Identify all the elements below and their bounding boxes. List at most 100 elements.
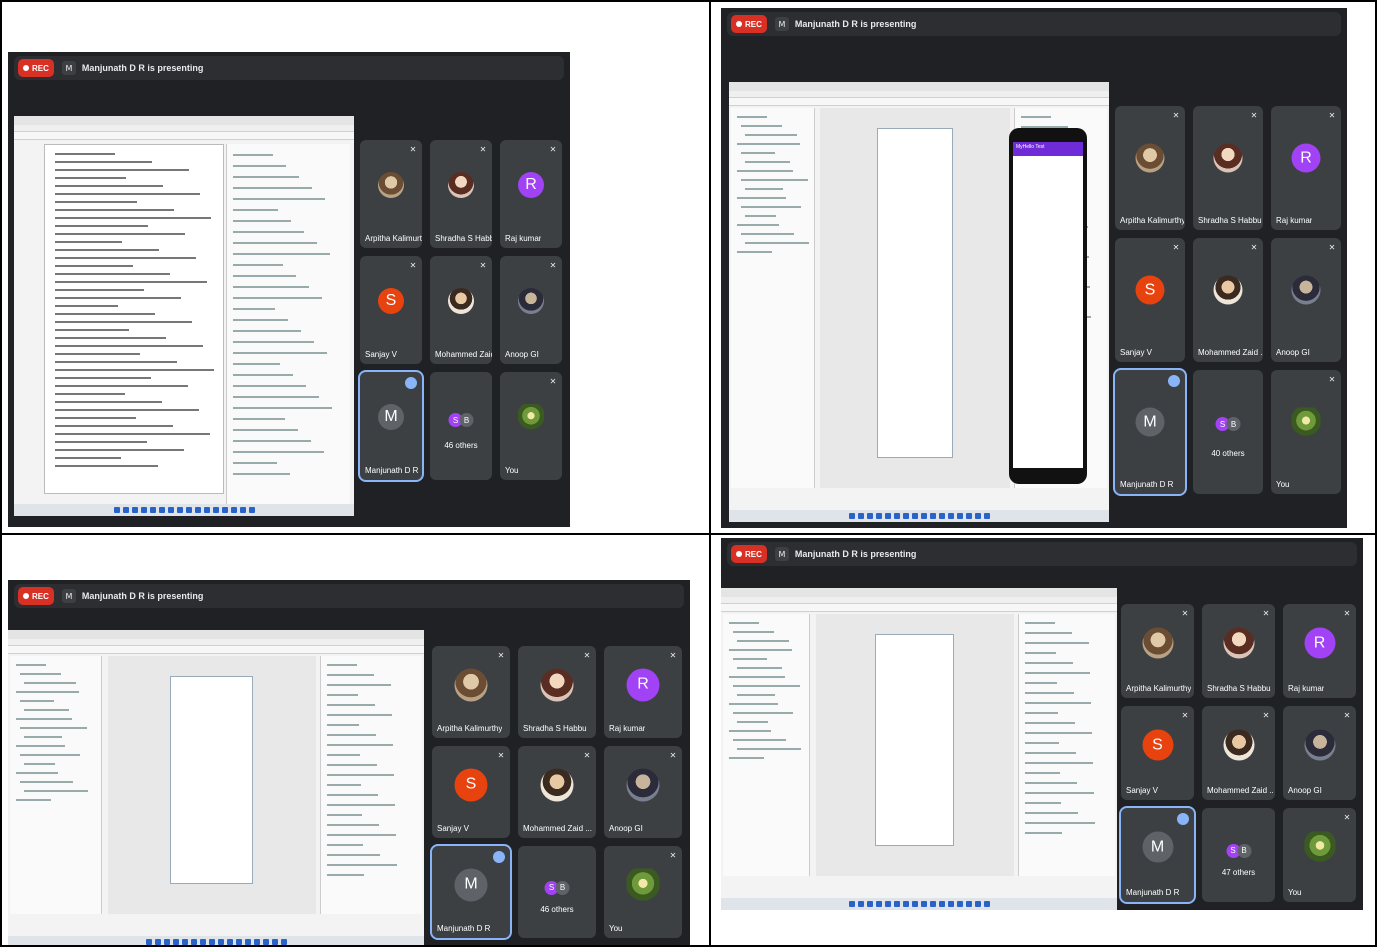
taskbar-app-icon[interactable] — [857, 901, 864, 907]
taskbar-app-icon[interactable] — [956, 901, 963, 907]
participant-tile[interactable]: S ✕ Sanjay V — [360, 256, 422, 364]
taskbar-app-icon[interactable] — [158, 507, 165, 513]
participant-tile[interactable]: ✕ Anoop GI — [604, 746, 682, 838]
taskbar-app-icon[interactable] — [235, 939, 242, 945]
taskbar-app-icon[interactable] — [199, 939, 206, 945]
taskbar-app-icon[interactable] — [185, 507, 192, 513]
taskbar-app-icon[interactable] — [176, 507, 183, 513]
taskbar-app-icon[interactable] — [190, 939, 197, 945]
participant-tile[interactable]: ✕ Shradha S Habbu — [430, 140, 492, 248]
taskbar-app-icon[interactable] — [280, 939, 287, 945]
participant-tile[interactable]: ✕ Mohammed Zaid ... — [518, 746, 596, 838]
taskbar-app-icon[interactable] — [983, 513, 990, 519]
taskbar-app-icon[interactable] — [226, 939, 233, 945]
taskbar-app-icon[interactable] — [140, 507, 147, 513]
taskbar-app-icon[interactable] — [893, 513, 900, 519]
participant-tile[interactable]: S ✕ Sanjay V — [432, 746, 510, 838]
taskbar-app-icon[interactable] — [965, 513, 972, 519]
taskbar-app-icon[interactable] — [893, 901, 900, 907]
taskbar-app-icon[interactable] — [217, 939, 224, 945]
taskbar-app-icon[interactable] — [929, 901, 936, 907]
taskbar-app-icon[interactable] — [965, 901, 972, 907]
participant-tile[interactable]: ✕ Shradha S Habbu — [518, 646, 596, 738]
taskbar-app-icon[interactable] — [154, 939, 161, 945]
taskbar-app-icon[interactable] — [113, 507, 120, 513]
taskbar-app-icon[interactable] — [938, 513, 945, 519]
participant-tile[interactable]: M Manjunath D R — [430, 844, 512, 940]
taskbar-app-icon[interactable] — [911, 901, 918, 907]
taskbar-app-icon[interactable] — [947, 901, 954, 907]
taskbar-app-icon[interactable] — [938, 901, 945, 907]
taskbar-app-icon[interactable] — [194, 507, 201, 513]
taskbar-app-icon[interactable] — [131, 507, 138, 513]
others-tile[interactable]: S B 40 others — [1193, 370, 1263, 494]
taskbar-app-icon[interactable] — [866, 513, 873, 519]
taskbar-app-icon[interactable] — [974, 901, 981, 907]
taskbar-app-icon[interactable] — [875, 513, 882, 519]
taskbar-app-icon[interactable] — [902, 901, 909, 907]
taskbar-app-icon[interactable] — [244, 939, 251, 945]
taskbar-app-icon[interactable] — [167, 507, 174, 513]
taskbar-app-icon[interactable] — [230, 507, 237, 513]
others-tile[interactable]: S B 47 others — [1202, 808, 1275, 902]
others-tile[interactable]: S B 46 others — [430, 372, 492, 480]
taskbar-app-icon[interactable] — [974, 513, 981, 519]
participant-tile[interactable]: ✕ Arpitha Kalimurthy — [360, 140, 422, 248]
taskbar-app-icon[interactable] — [875, 901, 882, 907]
participant-tile[interactable]: ✕ You — [1283, 808, 1356, 902]
taskbar-app-icon[interactable] — [253, 939, 260, 945]
participant-tile[interactable]: ✕ Shradha S Habbu — [1193, 106, 1263, 230]
participant-tile[interactable]: R ✕ Raj kumar — [1283, 604, 1356, 698]
participant-tile[interactable]: M Manjunath D R — [1119, 806, 1196, 904]
participant-tile[interactable]: S ✕ Sanjay V — [1121, 706, 1194, 800]
taskbar-app-icon[interactable] — [212, 507, 219, 513]
taskbar-app-icon[interactable] — [262, 939, 269, 945]
taskbar-app-icon[interactable] — [920, 513, 927, 519]
participant-tile[interactable]: ✕ You — [604, 846, 682, 938]
taskbar-app-icon[interactable] — [920, 901, 927, 907]
taskbar-app-icon[interactable] — [122, 507, 129, 513]
participant-tile[interactable]: M Manjunath D R — [1113, 368, 1187, 496]
taskbar-app-icon[interactable] — [248, 507, 255, 513]
taskbar-app-icon[interactable] — [866, 901, 873, 907]
participant-tile[interactable]: ✕ Mohammed Zaid ... — [1193, 238, 1263, 362]
taskbar-app-icon[interactable] — [203, 507, 210, 513]
participant-tile[interactable]: ✕ Mohammed Zaid ... — [430, 256, 492, 364]
participant-tile[interactable]: M Manjunath D R — [358, 370, 424, 482]
participant-tile[interactable]: ✕ Anoop GI — [500, 256, 562, 364]
taskbar-app-icon[interactable] — [848, 901, 855, 907]
taskbar-app-icon[interactable] — [163, 939, 170, 945]
participant-tile[interactable]: ✕ You — [500, 372, 562, 480]
taskbar-app-icon[interactable] — [884, 513, 891, 519]
taskbar-app-icon[interactable] — [271, 939, 278, 945]
taskbar-app-icon[interactable] — [239, 507, 246, 513]
taskbar-app-icon[interactable] — [848, 513, 855, 519]
participant-tile[interactable]: S ✕ Sanjay V — [1115, 238, 1185, 362]
taskbar-app-icon[interactable] — [181, 939, 188, 945]
taskbar-app-icon[interactable] — [956, 513, 963, 519]
participant-tile[interactable]: R ✕ Raj kumar — [604, 646, 682, 738]
taskbar-app-icon[interactable] — [221, 507, 228, 513]
participant-tile[interactable]: R ✕ Raj kumar — [500, 140, 562, 248]
participant-tile[interactable]: R ✕ Raj kumar — [1271, 106, 1341, 230]
taskbar-app-icon[interactable] — [884, 901, 891, 907]
participant-tile[interactable]: ✕ Shradha S Habbu — [1202, 604, 1275, 698]
taskbar-app-icon[interactable] — [902, 513, 909, 519]
taskbar-app-icon[interactable] — [929, 513, 936, 519]
participant-tile[interactable]: ✕ You — [1271, 370, 1341, 494]
taskbar-app-icon[interactable] — [983, 901, 990, 907]
taskbar-app-icon[interactable] — [947, 513, 954, 519]
others-tile[interactable]: S B 46 others — [518, 846, 596, 938]
taskbar-app-icon[interactable] — [911, 513, 918, 519]
taskbar-app-icon[interactable] — [172, 939, 179, 945]
taskbar-app-icon[interactable] — [208, 939, 215, 945]
participant-tile[interactable]: ✕ Anoop GI — [1283, 706, 1356, 800]
taskbar-app-icon[interactable] — [145, 939, 152, 945]
participant-tile[interactable]: ✕ Arpitha Kalimurthy — [432, 646, 510, 738]
participant-tile[interactable]: ✕ Anoop GI — [1271, 238, 1341, 362]
taskbar-app-icon[interactable] — [857, 513, 864, 519]
taskbar-app-icon[interactable] — [149, 507, 156, 513]
participant-tile[interactable]: ✕ Arpitha Kalimurthy — [1121, 604, 1194, 698]
participant-tile[interactable]: ✕ Arpitha Kalimurthy — [1115, 106, 1185, 230]
participant-tile[interactable]: ✕ Mohammed Zaid ... — [1202, 706, 1275, 800]
